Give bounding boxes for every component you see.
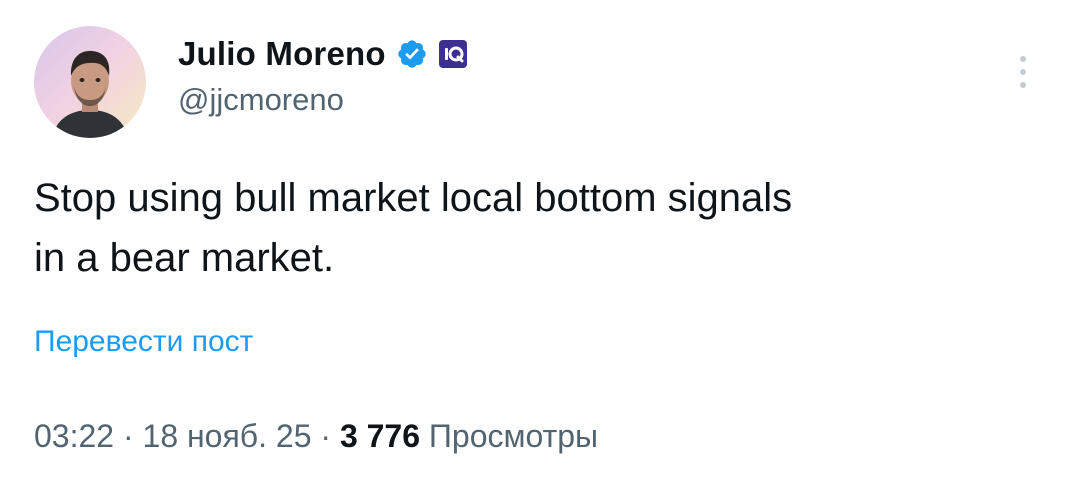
tweet-date[interactable]: 18 нояб. 25 <box>143 418 312 454</box>
meta-separator: · <box>114 418 143 454</box>
tweet-text: Stop using bull market local bottom sign… <box>34 168 1054 288</box>
tweet-text-line: in a bear market. <box>34 236 335 280</box>
more-options-icon[interactable] <box>1016 52 1030 92</box>
avatar[interactable] <box>34 26 146 138</box>
avatar-image <box>34 26 146 138</box>
views-count[interactable]: 3 776 <box>340 418 420 454</box>
author-block: Julio Moreno @jjcmoreno <box>178 34 468 118</box>
user-handle[interactable]: @jjcmoreno <box>178 82 468 118</box>
tweet-card: Julio Moreno @jjcmoreno Stop using bull … <box>0 0 1080 488</box>
display-name[interactable]: Julio Moreno <box>178 35 386 73</box>
verified-badge-icon[interactable] <box>396 38 428 70</box>
tweet-meta: 03:22 · 18 нояб. 25 · 3 776 Просмотры <box>34 418 598 455</box>
tweet-time[interactable]: 03:22 <box>34 418 114 454</box>
translate-post-link[interactable]: Перевести пост <box>34 325 253 359</box>
views-label[interactable]: Просмотры <box>420 418 598 454</box>
tweet-text-line: Stop using bull market local bottom sign… <box>34 176 793 220</box>
meta-separator: · <box>311 418 340 454</box>
affiliate-logo-icon[interactable] <box>438 39 468 69</box>
name-row: Julio Moreno <box>178 34 468 74</box>
